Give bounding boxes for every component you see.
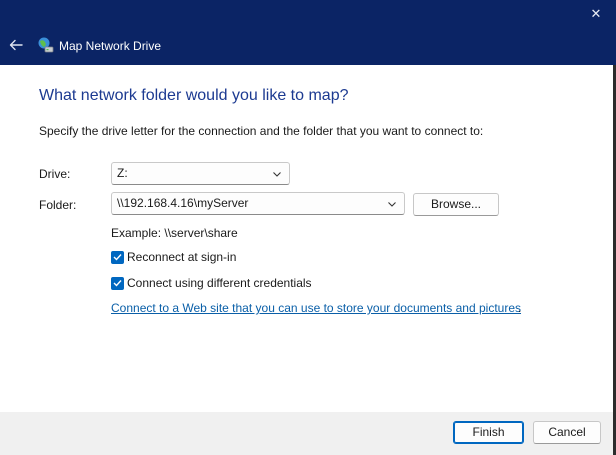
dialog-heading: What network folder would you like to ma… [39,87,349,104]
checkmark-icon [113,280,122,287]
credentials-checkbox[interactable] [111,276,124,290]
folder-combobox[interactable]: \\192.168.4.16\myServer [111,192,405,215]
example-text: Example: \\server\share [111,226,238,240]
drive-select[interactable]: Z: [111,162,290,185]
cancel-button[interactable]: Cancel [533,421,601,444]
folder-label: Folder: [39,198,77,212]
web-site-link[interactable]: Connect to a Web site that you can use t… [111,301,521,315]
browse-button[interactable]: Browse... [413,193,499,216]
back-button[interactable] [6,35,26,55]
close-button[interactable]: ✕ [584,4,608,24]
window-title: Map Network Drive [59,39,162,53]
folder-value: \\192.168.4.16\myServer [117,196,249,210]
drive-label: Drive: [39,167,71,181]
network-drive-icon [38,37,54,53]
credentials-checkbox-row[interactable]: Connect using different credentials [111,276,312,290]
back-arrow-icon [9,39,23,51]
web-link-period: . [518,301,522,315]
dialog-footer: Finish Cancel [0,412,613,455]
title-bar: ✕ Map Network Drive [0,0,616,65]
checkmark-icon [113,254,122,261]
reconnect-checkbox[interactable] [111,250,124,264]
finish-button[interactable]: Finish [453,421,524,444]
chevron-down-icon [273,172,281,177]
dialog-content: What network folder would you like to ma… [0,65,613,412]
instructions-text: Specify the drive letter for the connect… [39,124,484,138]
chevron-down-icon [388,202,396,207]
reconnect-checkbox-row[interactable]: Reconnect at sign-in [111,250,236,264]
close-icon: ✕ [590,6,602,21]
reconnect-label: Reconnect at sign-in [127,250,237,264]
drive-value: Z: [117,166,128,180]
credentials-label: Connect using different credentials [127,276,312,290]
